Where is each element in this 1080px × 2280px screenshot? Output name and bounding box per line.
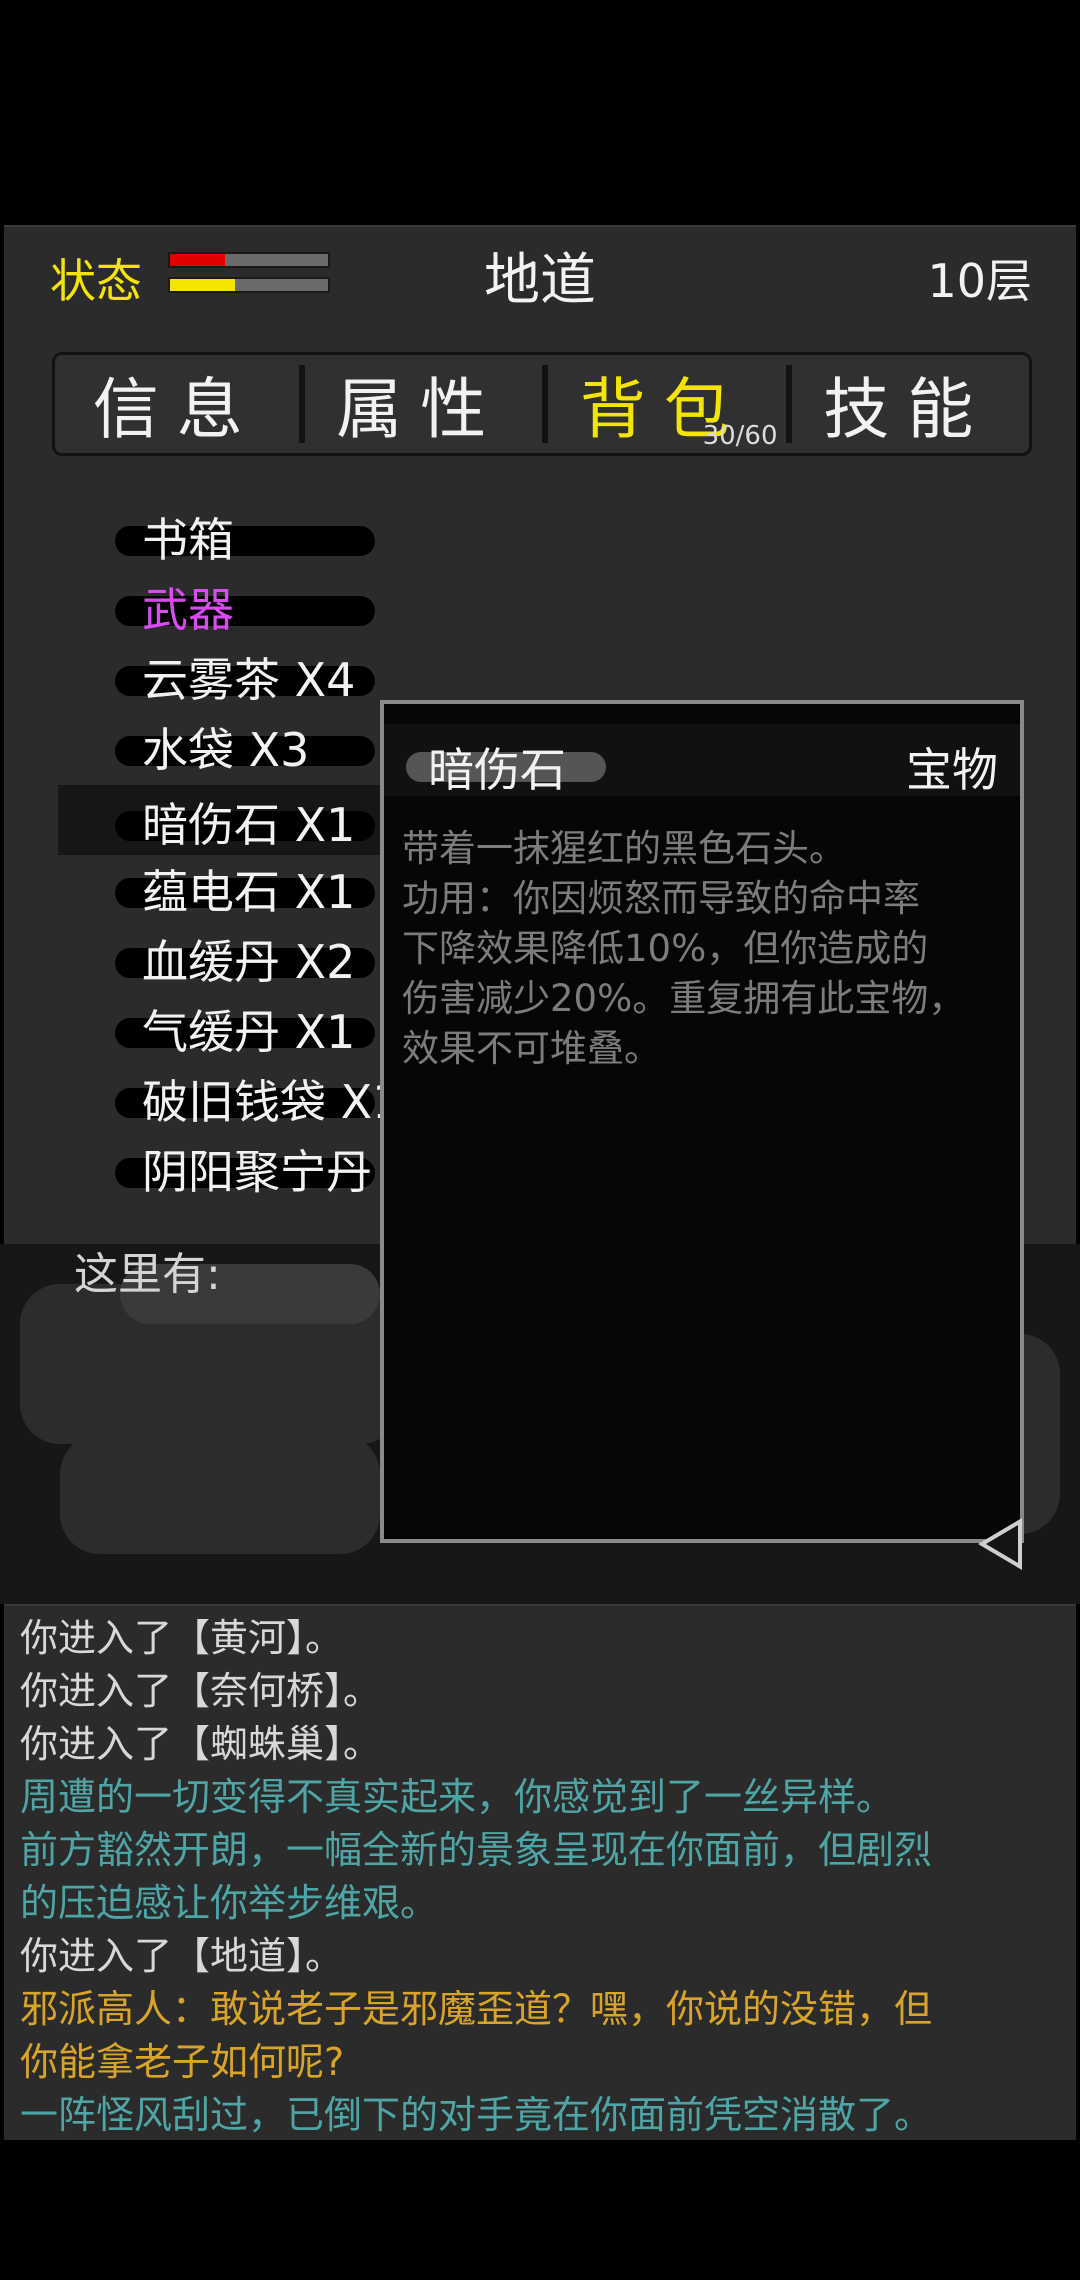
location-title: 地道 (484, 248, 596, 313)
log-line: 你进入了【蜘蛛巢】。 (20, 1722, 382, 1766)
log-line: 的压迫感让你举步维艰。 (20, 1881, 439, 1925)
popup-description: 带着一抹猩红的黑色石头。 功用：你因烦怒而导致的命中率 下降效果降低10%，但你… (402, 824, 1012, 1074)
item-label: 水袋 X3 (142, 723, 310, 777)
log-line: 周遭的一切变得不真实起来，你感觉到了一丝异样。 (20, 1775, 895, 1819)
item-label: 书箱 (142, 513, 234, 567)
log-line: 前方豁然开朗，一幅全新的景象呈现在你面前，但剧烈 (20, 1828, 933, 1872)
item-label: 武器 (142, 583, 234, 637)
tab-info[interactable]: 信息 (55, 355, 299, 453)
tab-label: 技能 (823, 371, 992, 448)
here-label: 这里有: (74, 1249, 221, 1300)
description-line: 伤害减少20%。重复拥有此宝物， (402, 977, 966, 1020)
item-label: 血缓丹 X2 (142, 935, 356, 989)
log-line: 你能拿老子如何呢? (20, 2040, 345, 2084)
back-arrow-icon[interactable] (978, 1518, 1022, 1570)
popup-item-name: 暗伤石 (428, 743, 566, 797)
tab-skills[interactable]: 技能 (785, 355, 1030, 453)
message-log[interactable]: 你进入了【黄河】。 你进入了【奈何桥】。 你进入了【蜘蛛巢】。 周遭的一切变得不… (4, 1604, 1076, 2140)
log-line: 你进入了【黄河】。 (20, 1616, 344, 1660)
tab-attributes[interactable]: 属性 (298, 355, 543, 453)
item-label: 暗伤石 X1 (142, 798, 356, 852)
log-line: 一阵怪风刮过，已倒下的对手竟在你面前凭空消散了。 (20, 2093, 933, 2137)
item-label: 蕴电石 X1 (142, 865, 356, 919)
log-line: 你进入了【地道】。 (20, 1934, 344, 1978)
backpack-capacity: 30/60 (702, 421, 778, 451)
item-detail-popup[interactable]: 暗伤石 宝物 带着一抹猩红的黑色石头。 功用：你因烦怒而导致的命中率 下降效果降… (380, 700, 1024, 1543)
description-line: 下降效果降低10%，但你造成的 (402, 927, 929, 970)
popup-item-type: 宝物 (906, 743, 998, 797)
description-line: 效果不可堆叠。 (402, 1027, 661, 1070)
item-label: 破旧钱袋 X1 (142, 1075, 402, 1129)
inventory-item[interactable]: 书箱 (0, 500, 1080, 570)
log-line: 你进入了【奈何桥】。 (20, 1669, 382, 1713)
tab-bar: 信息 属性 背包 30/60 技能 (52, 352, 1032, 456)
description-line: 功用：你因烦怒而导致的命中率 (402, 877, 920, 920)
tab-backpack[interactable]: 背包 30/60 (542, 355, 786, 453)
tab-label: 信息 (92, 371, 261, 448)
item-label: 气缓丹 X1 (142, 1005, 356, 1059)
tab-label: 属性 (336, 371, 505, 448)
log-line: 邪派高人：敢说老子是邪魔歪道？嘿，你说的没错，但 (20, 1987, 933, 2031)
description-line: 带着一抹猩红的黑色石头。 (402, 827, 846, 870)
item-label: 云雾茶 X4 (142, 653, 356, 707)
inventory-item[interactable]: 武器 (0, 570, 1080, 640)
floor-indicator: 10层 (927, 254, 1032, 308)
